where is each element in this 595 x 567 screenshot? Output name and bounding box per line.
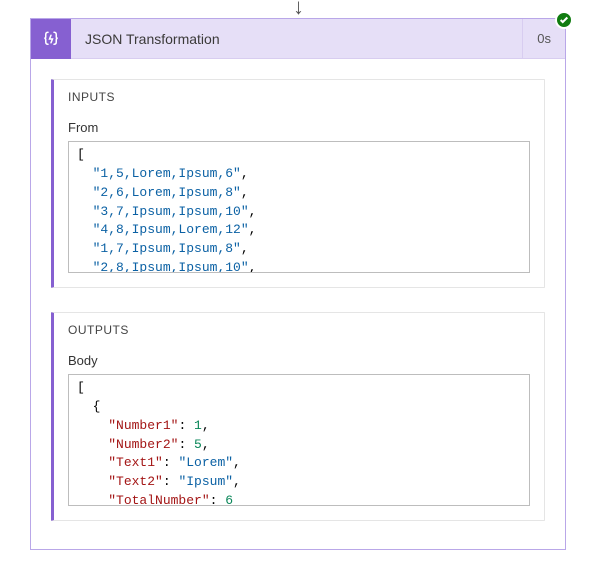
card-title: JSON Transformation <box>71 31 522 47</box>
card-body: INPUTS From [ "1,5,Lorem,Ipsum,6", "2,6,… <box>31 59 565 549</box>
inputs-header: INPUTS <box>54 80 544 110</box>
status-success-icon <box>555 11 573 29</box>
outputs-section: OUTPUTS Body [ { "Number1": 1, "Number2"… <box>51 312 545 521</box>
inputs-from-code[interactable]: [ "1,5,Lorem,Ipsum,6", "2,6,Lorem,Ipsum,… <box>68 141 530 273</box>
action-card: JSON Transformation 0s INPUTS From [ "1,… <box>30 18 566 550</box>
card-header[interactable]: JSON Transformation 0s <box>31 19 565 59</box>
outputs-body-code[interactable]: [ { "Number1": 1, "Number2": 5, "Text1":… <box>68 374 530 506</box>
braces-icon <box>31 19 71 59</box>
outputs-header: OUTPUTS <box>54 313 544 343</box>
inputs-section: INPUTS From [ "1,5,Lorem,Ipsum,6", "2,6,… <box>51 79 545 288</box>
outputs-body-label: Body <box>68 353 530 368</box>
inputs-from-label: From <box>68 120 530 135</box>
flow-arrow-down-icon: ↓ <box>293 0 304 18</box>
